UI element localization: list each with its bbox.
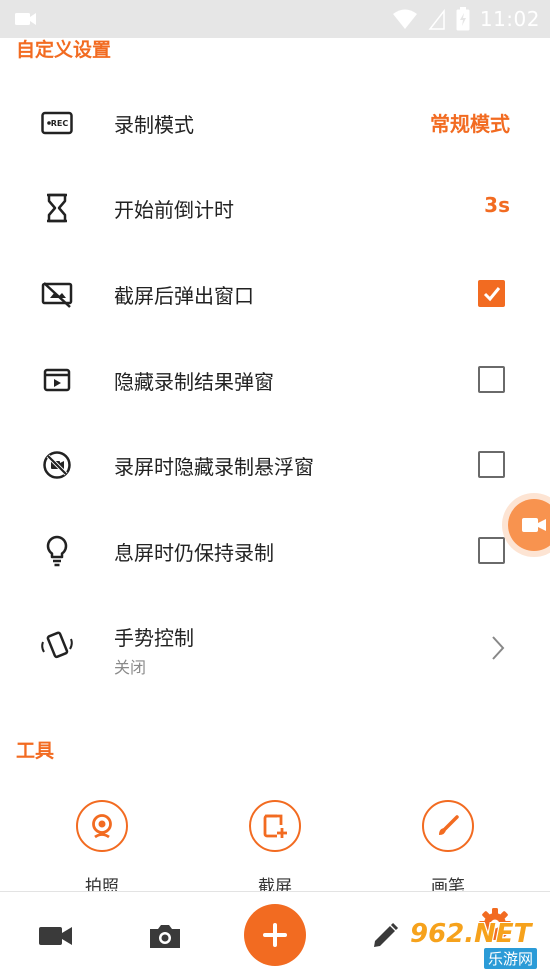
plus-icon	[263, 923, 287, 947]
wifi-icon	[392, 9, 417, 29]
screen-off-recording-checkbox[interactable]	[478, 537, 505, 564]
screenshot-add-icon[interactable]	[249, 800, 301, 852]
record-mode-value[interactable]: 常规模式	[430, 108, 510, 137]
setting-label: 录屏时隐藏录制悬浮窗	[114, 455, 314, 479]
nav-pencil-button[interactable]	[365, 918, 405, 954]
setting-row-screen-off-recording[interactable]: 息屏时仍保持录制	[0, 508, 550, 594]
video-camera-icon	[522, 518, 546, 532]
gesture-status: 关闭	[114, 658, 147, 677]
section-title-custom: 自定义设置	[16, 39, 112, 61]
setting-label: 截屏后弹出窗口	[114, 284, 254, 308]
svg-text:REC: REC	[51, 119, 69, 128]
watermark-logo: 962.NET 乐游网	[410, 919, 550, 971]
nav-video-button[interactable]	[36, 918, 76, 954]
status-time: 11:02	[479, 7, 540, 31]
hide-float-icon	[40, 450, 74, 480]
tool-photo[interactable]: 拍照	[72, 800, 132, 897]
setting-label: 息屏时仍保持录制	[114, 541, 274, 565]
setting-row-screenshot-popup[interactable]: 截屏后弹出窗口	[0, 251, 550, 337]
media-window-icon	[40, 365, 74, 395]
webcam-icon[interactable]	[76, 800, 128, 852]
tool-brush[interactable]: 画笔	[418, 800, 478, 897]
pencil-icon	[374, 922, 399, 947]
screenshot-off-icon	[40, 279, 74, 309]
countdown-value[interactable]: 3s	[484, 193, 510, 217]
chevron-right-icon	[492, 636, 505, 660]
status-bar: 11:02	[0, 0, 550, 38]
video-notification-icon	[15, 13, 36, 25]
rec-icon: REC	[40, 108, 74, 138]
add-button[interactable]	[244, 904, 306, 966]
shake-phone-icon	[40, 631, 74, 661]
video-camera-icon	[39, 927, 72, 945]
setting-row-hide-result-popup[interactable]: 隐藏录制结果弹窗	[0, 337, 550, 423]
section-title-tools: 工具	[16, 740, 55, 762]
setting-label: 开始前倒计时	[114, 198, 234, 222]
setting-label: 隐藏录制结果弹窗	[114, 370, 274, 394]
hide-result-popup-checkbox[interactable]	[478, 366, 505, 393]
setting-label: 录制模式	[114, 113, 194, 137]
nav-camera-button[interactable]	[145, 918, 185, 954]
battery-icon	[456, 7, 470, 31]
hide-float-window-checkbox[interactable]	[478, 451, 505, 478]
watermark-text: 962.NET	[410, 919, 532, 949]
lightbulb-icon	[40, 535, 74, 567]
setting-row-gesture-control[interactable]: 手势控制 关闭	[0, 603, 550, 689]
watermark-subtext: 乐游网	[484, 948, 538, 969]
tool-screenshot[interactable]: 截屏	[245, 800, 305, 897]
setting-row-countdown[interactable]: 开始前倒计时 3s	[0, 165, 550, 251]
signal-icon	[428, 8, 445, 30]
brush-icon[interactable]	[422, 800, 474, 852]
setting-label: 手势控制	[114, 626, 194, 650]
hourglass-icon	[40, 193, 74, 223]
camera-icon	[150, 925, 180, 948]
screenshot-popup-checkbox[interactable]	[478, 280, 505, 307]
setting-row-record-mode[interactable]: REC 录制模式 常规模式	[0, 80, 550, 166]
setting-row-hide-float-window[interactable]: 录屏时隐藏录制悬浮窗	[0, 422, 550, 508]
